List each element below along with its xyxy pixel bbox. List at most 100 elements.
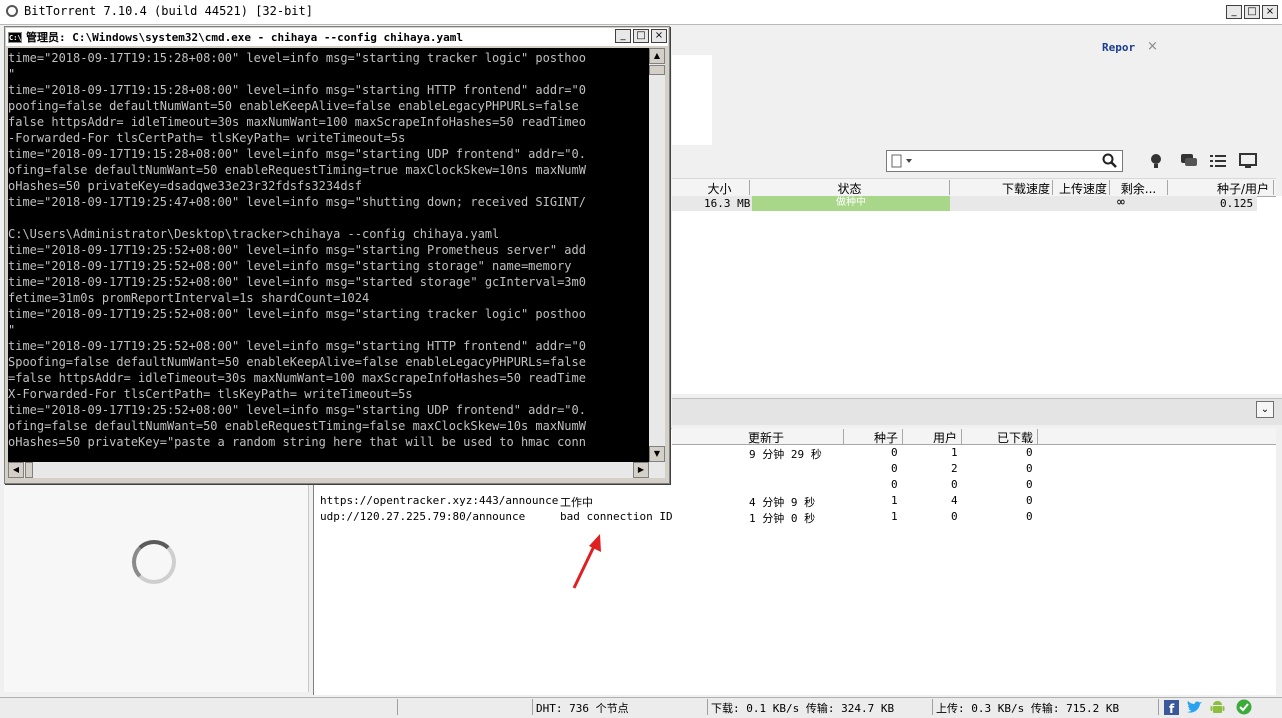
bittorrent-logo-icon <box>6 5 18 17</box>
console-line: false httpsAddr= idleTimeout=30s maxNumW… <box>8 115 586 129</box>
monitor-icon[interactable] <box>1239 153 1257 169</box>
console-line: " <box>8 323 16 337</box>
torrent-list <box>672 196 1282 394</box>
console-line: C:\Users\Administrator\Desktop\tracker>c… <box>8 227 500 241</box>
torrent-remaining: ∞ <box>1117 195 1125 210</box>
search-icon[interactable] <box>1102 153 1118 169</box>
torrent-size: 16.3 MB <box>704 197 751 210</box>
document-icon[interactable] <box>891 154 915 168</box>
status-divider <box>707 699 708 715</box>
report-content-area <box>672 55 712 145</box>
console-line: poofing=false defaultNumWant=50 enableKe… <box>8 99 579 113</box>
column-peers[interactable]: 用户 <box>903 429 962 445</box>
column-upload-speed[interactable]: 上传速度 <box>1053 180 1110 196</box>
tracker-name: udp://120.27.225.79:80/announce <box>320 510 526 523</box>
tracker-seeds: 0 <box>891 446 898 459</box>
bt-title-text: BitTorrent 7.10.4 (build 44521) [32-bit] <box>24 4 313 18</box>
cmd-minimize-button[interactable]: _ <box>615 29 631 43</box>
chat-icon[interactable] <box>1180 153 1198 169</box>
torrent-list-header: 大小 状态 下载速度 上传速度 剩余... 种子/用户 <box>672 178 1276 197</box>
cmd-window-controls: _ □ × <box>615 29 667 43</box>
scroll-thumb[interactable] <box>649 65 665 75</box>
status-divider <box>1158 699 1159 715</box>
column-downloaded[interactable]: 已下载 <box>962 429 1038 445</box>
column-download-speed[interactable]: 下载速度 <box>950 180 1053 196</box>
console-line: time="2018-09-17T19:25:47+08:00" level=i… <box>8 195 586 209</box>
tracker-list-header: 更新于 种子 用户 已下载 <box>672 428 1276 445</box>
bt-window-controls: _ □ × <box>1226 5 1278 19</box>
tracker-seeds: 1 <box>891 494 898 507</box>
console-line: =false httpsAddr= idleTimeout=30s maxNum… <box>8 371 586 385</box>
status-divider <box>397 699 398 715</box>
report-tab[interactable]: Repor <box>1102 41 1135 54</box>
status-divider <box>532 699 533 715</box>
console-line: ofing=false defaultNumWant=50 enableRequ… <box>8 419 586 433</box>
bt-window-title: BitTorrent 7.10.4 (build 44521) [32-bit] <box>6 4 313 18</box>
minimize-button[interactable]: _ <box>1226 5 1242 19</box>
check-icon[interactable] <box>1236 699 1252 715</box>
details-tab-bar <box>672 398 1282 425</box>
console-line: time="2018-09-17T19:25:52+08:00" level=i… <box>8 275 586 289</box>
tracker-peers: 0 <box>951 478 958 491</box>
console-line: " <box>8 67 16 81</box>
cmd-close-button[interactable]: × <box>651 29 667 43</box>
console-line: oHashes=50 privateKey="paste a random st… <box>8 435 586 449</box>
tracker-downloaded: 0 <box>1026 494 1033 507</box>
download-status[interactable]: 下载: 0.1 KB/s 传输: 324.7 KB <box>711 700 894 716</box>
scroll-right-icon[interactable]: ▶ <box>633 462 649 478</box>
tracker-status: bad connection ID <box>560 510 673 523</box>
column-status[interactable]: 状态 <box>750 180 950 196</box>
tracker-update: 1 分钟 0 秒 <box>749 512 816 525</box>
column-updated[interactable]: 更新于 <box>744 429 844 445</box>
tracker-status: 工作中 <box>560 496 593 509</box>
column-remaining[interactable]: 剩余... <box>1110 180 1168 196</box>
search-input[interactable] <box>886 150 1123 172</box>
console-line: oHashes=50 privateKey=dsadqwe33e23r32fds… <box>8 179 363 193</box>
android-icon[interactable] <box>1210 700 1225 715</box>
scroll-up-icon[interactable]: ▲ <box>649 48 665 64</box>
status-divider <box>932 699 933 715</box>
tracker-update: 9 分钟 29 秒 <box>749 448 822 461</box>
console-line: fetime=31m0s promReportInterval=1s shard… <box>8 291 370 305</box>
console-line: time="2018-09-17T19:15:28+08:00" level=i… <box>8 83 586 97</box>
console-line: time="2018-09-17T19:25:52+08:00" level=i… <box>8 259 572 273</box>
tracker-downloaded: 0 <box>1026 510 1033 523</box>
facebook-icon[interactable]: f <box>1164 700 1179 715</box>
dht-status: DHT: 736 个节点 <box>536 702 629 715</box>
cmd-vertical-scrollbar[interactable]: ▲ ▼ <box>649 48 665 462</box>
scroll-thumb[interactable] <box>25 462 33 478</box>
annotation-arrow-icon <box>572 534 601 589</box>
tracker-seeds: 0 <box>891 478 898 491</box>
chevron-down-icon[interactable]: ⌄ <box>1256 401 1274 418</box>
tracker-peers: 4 <box>951 494 958 507</box>
scroll-down-icon[interactable]: ▼ <box>649 446 665 462</box>
scroll-left-icon[interactable]: ◀ <box>8 462 24 478</box>
console-line: X-Forwarded-For tlsCertPath= tlsKeyPath=… <box>8 387 413 401</box>
loading-spinner-icon <box>132 540 176 584</box>
cmd-window-title: C:\ 管理员: C:\Windows\system32\cmd.exe - c… <box>8 29 463 45</box>
twitter-icon[interactable] <box>1186 700 1203 715</box>
cmd-horizontal-scrollbar[interactable]: ◀ ▶ <box>8 462 665 478</box>
list-icon[interactable] <box>1210 154 1226 168</box>
column-seeds[interactable]: 种子 <box>844 429 903 445</box>
console-line: time="2018-09-17T19:15:28+08:00" level=i… <box>8 147 586 161</box>
column-size[interactable]: 大小 <box>690 180 750 196</box>
cmd-console-output[interactable]: time="2018-09-17T19:15:28+08:00" level=i… <box>8 48 649 462</box>
console-line: time="2018-09-17T19:25:52+08:00" level=i… <box>8 339 586 353</box>
tracker-name: https://opentracker.xyz:443/announce <box>320 494 559 507</box>
tracker-peers: 2 <box>951 462 958 475</box>
bulb-icon[interactable] <box>1149 153 1163 169</box>
console-line: time="2018-09-17T19:15:28+08:00" level=i… <box>8 51 586 65</box>
status-bar: DHT: 736 个节点 下载: 0.1 KB/s 传输: 324.7 KB 上… <box>0 697 1282 718</box>
upload-status[interactable]: 上传: 0.3 KB/s 传输: 715.2 KB <box>936 700 1119 716</box>
close-button[interactable]: × <box>1262 5 1278 19</box>
svg-text:f: f <box>1169 702 1175 715</box>
maximize-button[interactable]: □ <box>1244 5 1260 19</box>
torrent-status-label: 做种中 <box>836 197 866 208</box>
report-tab-close-icon[interactable]: × <box>1147 39 1158 54</box>
cmd-maximize-button[interactable]: □ <box>633 29 649 43</box>
tracker-seeds: 1 <box>891 510 898 523</box>
tracker-update: 4 分钟 9 秒 <box>749 496 816 509</box>
column-seeds-peers[interactable]: 种子/用户 <box>1168 180 1274 196</box>
